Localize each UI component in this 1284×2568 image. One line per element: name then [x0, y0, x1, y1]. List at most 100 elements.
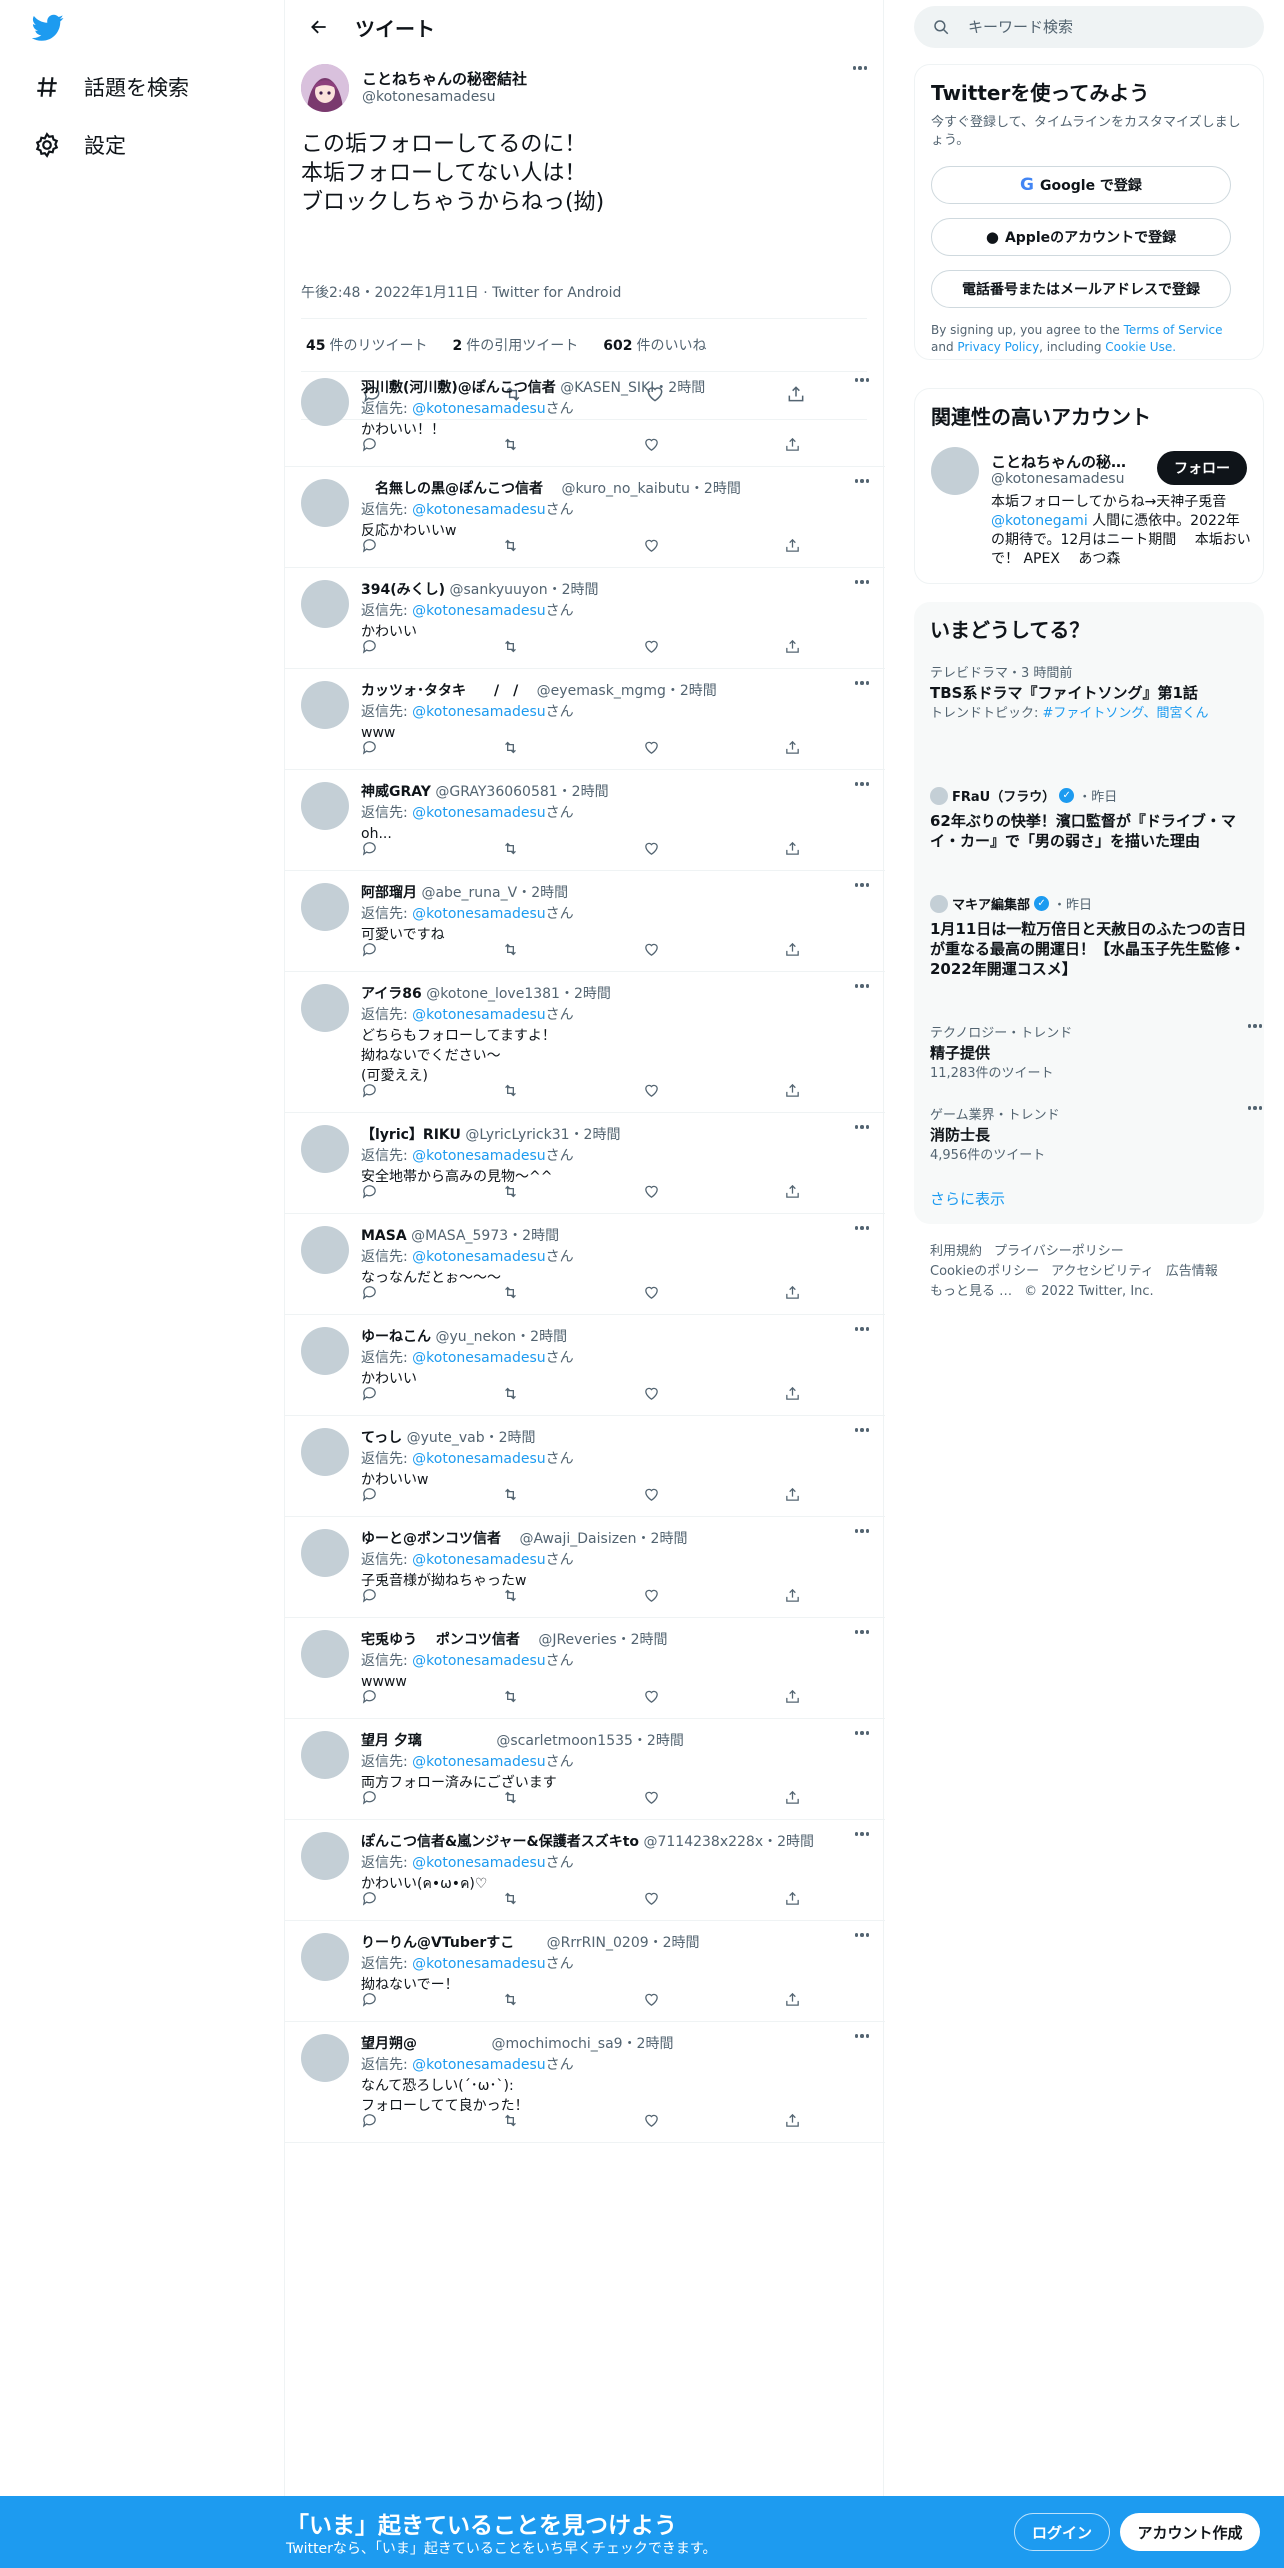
share-icon[interactable]	[784, 941, 801, 962]
reply-mention-link[interactable]: @kotonesamadesu	[412, 1956, 545, 1972]
footer-link[interactable]: もっと見る …	[930, 1284, 1012, 1299]
show-more-link[interactable]: さらに表示	[930, 1188, 1005, 1209]
avatar[interactable]	[301, 2034, 349, 2082]
reply-author-handle[interactable]: @mochimochi_sa9	[421, 2036, 622, 2052]
reply-author-name[interactable]: 394(みくし)	[361, 582, 445, 598]
retweet-icon[interactable]	[502, 1587, 519, 1608]
share-icon[interactable]	[784, 840, 801, 861]
follow-button[interactable]: フォロー	[1157, 451, 1247, 485]
reply-tweet[interactable]: ゆーねこん @yu_nekon・2時間 返信先: @kotonesamadesuさ…	[285, 1315, 885, 1416]
trend-topic-link[interactable]: #ファイトソング、間宮くん	[1043, 706, 1209, 721]
reply-time[interactable]: ・2時間	[617, 1632, 668, 1648]
signup-button[interactable]: アカウント作成	[1120, 2513, 1260, 2551]
reply-author-handle[interactable]: @LyricLyrick31	[465, 1127, 569, 1143]
like-icon[interactable]	[643, 1789, 660, 1810]
reply-author-name[interactable]: 神威GRAY	[361, 784, 431, 800]
like-icon[interactable]	[643, 1890, 660, 1911]
like-icon[interactable]	[643, 1991, 660, 2012]
retweet-icon[interactable]	[502, 1688, 519, 1709]
like-icon[interactable]	[643, 1688, 660, 1709]
more-options-icon[interactable]	[854, 1731, 869, 1735]
avatar[interactable]	[301, 1630, 349, 1678]
reply-time[interactable]: ・2時間	[649, 1935, 700, 1951]
reply-icon[interactable]	[361, 1082, 378, 1103]
avatar[interactable]	[301, 1933, 349, 1981]
reply-icon[interactable]	[361, 1284, 378, 1305]
like-icon[interactable]	[643, 2112, 660, 2133]
reply-tweet[interactable]: 阿部瑠月 @abe_runa_V・2時間 返信先: @kotonesamadesu…	[285, 871, 885, 972]
share-icon[interactable]	[784, 1890, 801, 1911]
reply-author-name[interactable]: カッツォ･タタキ / /	[361, 683, 518, 699]
avatar[interactable]	[301, 1832, 349, 1880]
more-options-icon[interactable]	[854, 1428, 869, 1432]
like-icon[interactable]	[643, 1082, 660, 1103]
reply-tweet[interactable]: 【lyric】RIKU @LyricLyrick31・2時間 返信先: @koto…	[285, 1113, 885, 1214]
reply-author-name[interactable]: 望月朔@	[361, 2036, 417, 2052]
author-handle[interactable]: @kotonesamadesu	[362, 89, 495, 105]
retweet-icon[interactable]	[502, 739, 519, 760]
like-icon[interactable]	[643, 1587, 660, 1608]
avatar[interactable]	[301, 1125, 349, 1173]
reply-icon[interactable]	[361, 1385, 378, 1406]
reply-mention-link[interactable]: @kotonesamadesu	[412, 502, 545, 518]
reply-icon[interactable]	[361, 840, 378, 861]
reply-mention-link[interactable]: @kotonesamadesu	[412, 1653, 545, 1669]
trend-item[interactable]: テクノロジー・トレンド 精子提供 11,283件のツイート	[930, 1022, 1262, 1082]
terms-link[interactable]: Terms of Service	[1124, 323, 1223, 337]
reply-author-handle[interactable]: @7114238x228x	[643, 1834, 763, 1850]
more-options-icon[interactable]	[854, 1832, 869, 1836]
retweet-count[interactable]: 45 件のリツイート	[301, 335, 427, 355]
reply-icon[interactable]	[361, 739, 378, 760]
retweet-icon[interactable]	[502, 2112, 519, 2133]
reply-icon[interactable]	[361, 1789, 378, 1810]
like-icon[interactable]	[643, 739, 660, 760]
reply-author-handle[interactable]: @Awaji_Daisizen	[505, 1531, 636, 1547]
reply-author-handle[interactable]: @yute_vab	[407, 1430, 485, 1446]
retweet-icon[interactable]	[502, 1082, 519, 1103]
reply-author-name[interactable]: アイラ86	[361, 986, 422, 1002]
quote-count[interactable]: 2 件の引用ツイート	[447, 335, 578, 355]
reply-mention-link[interactable]: @kotonesamadesu	[412, 805, 545, 821]
share-icon[interactable]	[784, 638, 801, 659]
reply-tweet[interactable]: 望月朔@ @mochimochi_sa9・2時間 返信先: @kotonesama…	[285, 2022, 885, 2143]
login-button[interactable]: ログイン	[1014, 2513, 1110, 2551]
related-account-name[interactable]: ことねちゃんの秘密結社	[991, 451, 1133, 472]
share-icon[interactable]	[784, 1991, 801, 2012]
reply-time[interactable]: ・2時間	[570, 1127, 621, 1143]
back-button[interactable]	[301, 9, 337, 45]
reply-author-name[interactable]: 望月 夕璃	[361, 1733, 422, 1749]
retweet-icon[interactable]	[502, 840, 519, 861]
like-icon[interactable]	[643, 1486, 660, 1507]
reply-tweet[interactable]: MASA @MASA_5973・2時間 返信先: @kotonesamadesuさ…	[285, 1214, 885, 1315]
like-icon[interactable]	[643, 1183, 660, 1204]
reply-author-handle[interactable]: @JReveries	[524, 1632, 616, 1648]
reply-author-handle[interactable]: @MASA_5973	[411, 1228, 508, 1244]
reply-tweet[interactable]: カッツォ･タタキ / / @eyemask_mgmg・2時間 返信先: @koto…	[285, 669, 885, 770]
reply-time[interactable]: ・2時間	[637, 1531, 688, 1547]
avatar[interactable]	[301, 1731, 349, 1779]
share-icon[interactable]	[784, 537, 801, 558]
reply-time[interactable]: ・2時間	[548, 582, 599, 598]
share-icon[interactable]	[784, 1385, 801, 1406]
reply-author-handle[interactable]: @RrrRIN_0209	[519, 1935, 649, 1951]
reply-author-name[interactable]: ゆーと@ポンコツ信者	[361, 1531, 501, 1547]
more-options-icon[interactable]	[854, 883, 869, 887]
reply-author-handle[interactable]: @yu_nekon	[435, 1329, 516, 1345]
avatar[interactable]	[301, 681, 349, 729]
author-name[interactable]: ことねちゃんの秘密結社	[362, 68, 527, 89]
share-icon[interactable]	[784, 1082, 801, 1103]
share-icon[interactable]	[784, 1587, 801, 1608]
reply-icon[interactable]	[361, 1486, 378, 1507]
reply-time[interactable]: ・2時間	[623, 2036, 674, 2052]
reply-author-handle[interactable]: @kotone_love1381	[426, 986, 560, 1002]
reply-author-name[interactable]: ぽんこつ信者&嵐ンジャー&保護者スズキto	[361, 1834, 639, 1850]
google-signup-button[interactable]: G Google で登録	[931, 166, 1231, 204]
retweet-icon[interactable]	[502, 1890, 519, 1911]
avatar[interactable]	[301, 580, 349, 628]
share-icon[interactable]	[784, 2112, 801, 2133]
share-icon[interactable]	[784, 1789, 801, 1810]
reply-mention-link[interactable]: @kotonesamadesu	[412, 1754, 545, 1770]
reply-author-handle[interactable]: @KASEN_SIKI	[560, 380, 654, 396]
reply-author-name[interactable]: ゆーねこん	[361, 1329, 431, 1345]
reply-author-handle[interactable]: @GRAY36060581	[435, 784, 557, 800]
